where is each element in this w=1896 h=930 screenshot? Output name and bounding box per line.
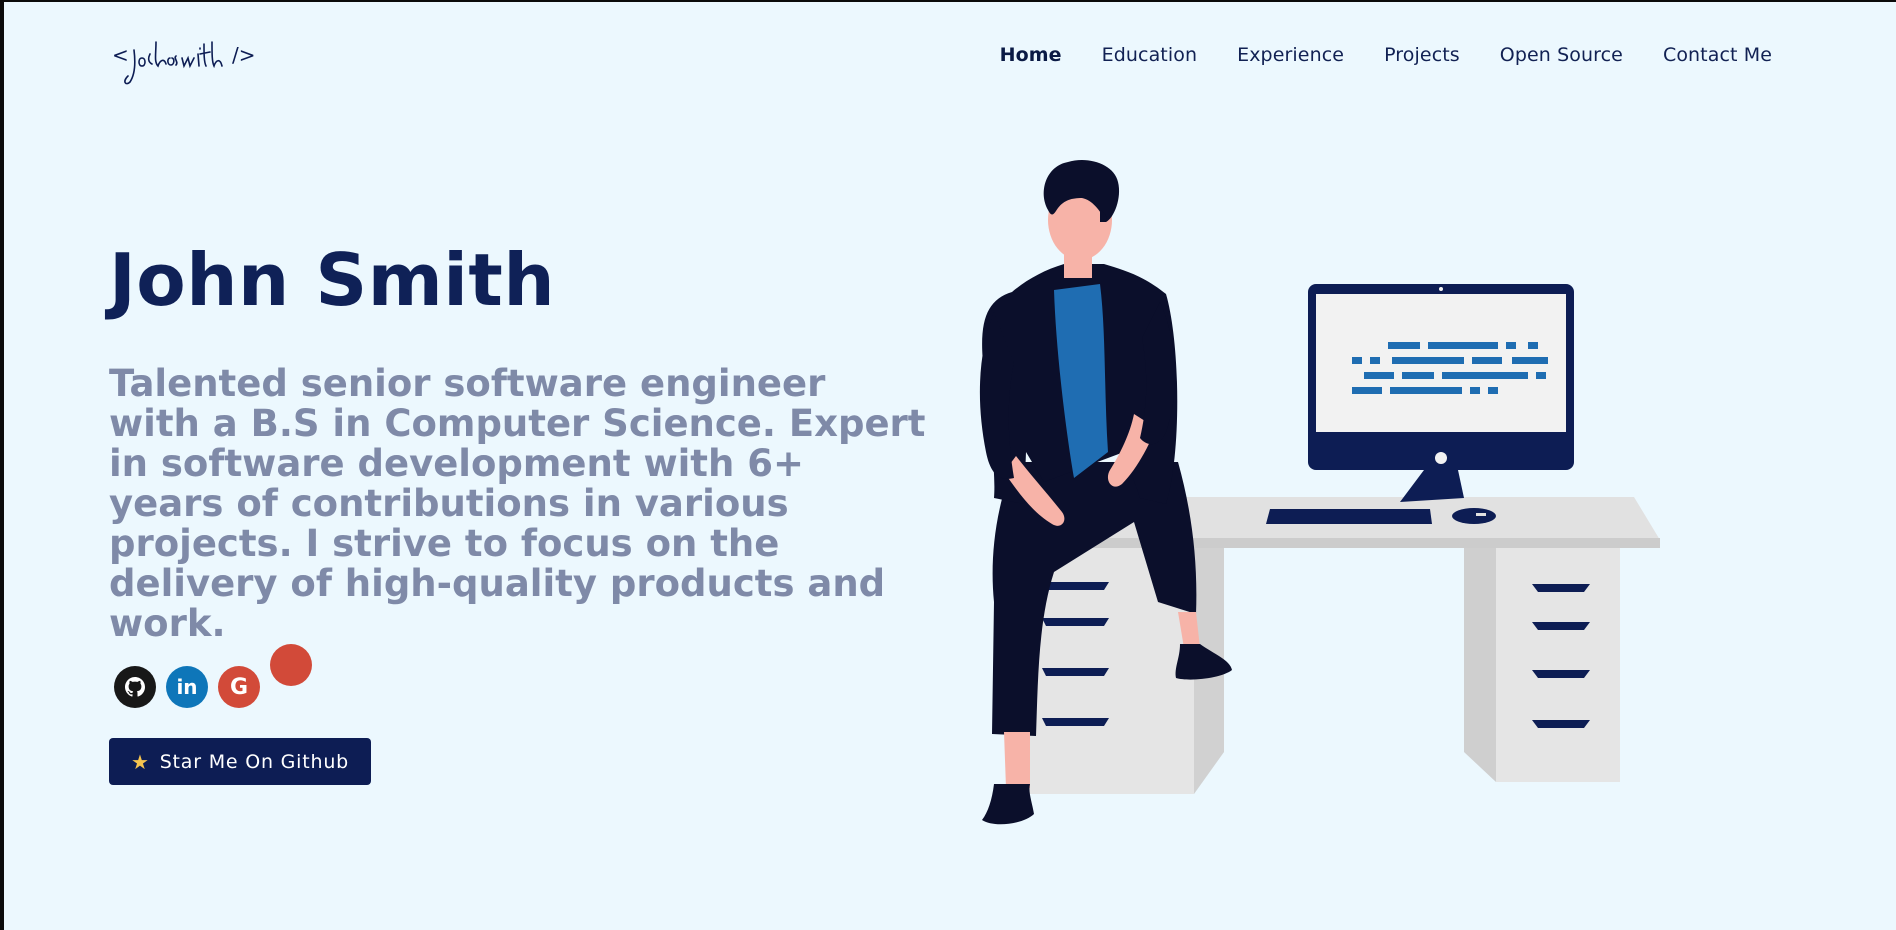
developer-at-desk-icon — [979, 160, 1660, 825]
star-icon: ★ — [130, 749, 150, 774]
github-icon[interactable] — [114, 666, 156, 708]
nav-projects[interactable]: Projects — [1384, 44, 1460, 66]
google-icon[interactable]: G — [218, 666, 260, 708]
portfolio-page: < /> Home Education Experience Projects … — [4, 2, 1896, 930]
developer-illustration — [934, 152, 1674, 842]
signature-logo-icon: < /> — [112, 41, 256, 85]
star-on-github-button[interactable]: ★ Star Me On Github — [109, 738, 371, 785]
nav-contact-me[interactable]: Contact Me — [1663, 44, 1772, 66]
github-logo-icon — [125, 677, 145, 697]
svg-text:<: < — [112, 43, 129, 67]
nav-experience[interactable]: Experience — [1237, 44, 1344, 66]
nav-home[interactable]: Home — [1000, 44, 1062, 66]
hero-name: John Smith — [109, 238, 556, 322]
linkedin-icon[interactable]: in — [166, 666, 208, 708]
hero-bio: Talented senior software engineer with a… — [109, 362, 926, 645]
logo[interactable]: < /> — [112, 36, 272, 92]
main-nav: Home Education Experience Projects Open … — [1000, 44, 1772, 66]
nav-education[interactable]: Education — [1102, 44, 1198, 66]
svg-text:/>: /> — [232, 43, 256, 67]
nav-open-source[interactable]: Open Source — [1500, 44, 1623, 66]
social-extra-icon[interactable] — [270, 644, 312, 686]
star-on-github-label: Star Me On Github — [159, 750, 350, 773]
